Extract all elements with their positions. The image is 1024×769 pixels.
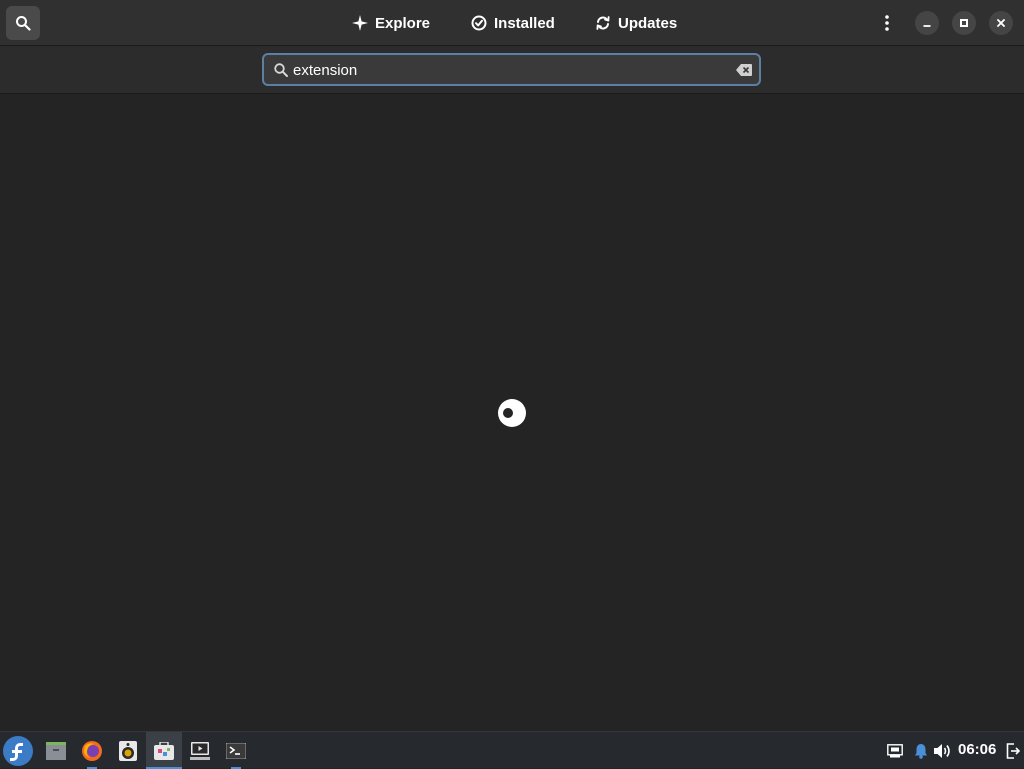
search-entry[interactable]: [262, 53, 761, 86]
minimize-button[interactable]: [915, 11, 939, 35]
bell-icon: [915, 743, 927, 759]
tab-explore[interactable]: Explore: [352, 8, 430, 38]
tab-installed-label: Installed: [494, 14, 555, 32]
taskbar-clock[interactable]: 06:06: [958, 741, 996, 758]
minimize-icon: [923, 25, 931, 27]
close-icon: [997, 19, 1005, 27]
tab-updates-label: Updates: [618, 14, 678, 32]
check-circle-icon: [471, 15, 487, 31]
sparkle-icon: [352, 15, 368, 31]
taskbar-files[interactable]: [38, 732, 74, 769]
maximize-button[interactable]: [952, 11, 976, 35]
search-toggle-button[interactable]: [6, 6, 40, 40]
volume-icon: [934, 743, 950, 758]
backspace-clear-icon: [736, 64, 752, 76]
fedora-menu-button[interactable]: [0, 732, 36, 769]
tab-updates[interactable]: Updates: [595, 8, 677, 38]
main-menu-button[interactable]: [874, 10, 900, 36]
taskbar-terminal[interactable]: [218, 732, 254, 769]
speaker-icon: [119, 740, 137, 761]
software-store-icon: [154, 741, 174, 760]
files-icon: [46, 741, 66, 760]
logout-button[interactable]: [1004, 732, 1022, 769]
search-input[interactable]: [293, 59, 723, 81]
logout-icon: [1006, 742, 1020, 759]
fedora-logo-icon: [3, 735, 33, 766]
view-switcher: Explore Installed Updates: [0, 0, 1024, 46]
notifications-tray-button[interactable]: [912, 732, 930, 769]
taskbar: 06:06: [0, 731, 1024, 769]
header-bar: Explore Installed Updates: [0, 0, 1024, 46]
refresh-icon: [596, 16, 610, 30]
taskbar-rhythmbox[interactable]: [110, 732, 146, 769]
taskbar-videos[interactable]: [182, 732, 218, 769]
gnome-software-window: Explore Installed Updates: [0, 0, 1024, 731]
search-icon: [274, 63, 288, 77]
taskbar-firefox[interactable]: [74, 732, 110, 769]
terminal-icon: [226, 742, 246, 759]
maximize-icon: [960, 19, 968, 27]
taskbar-software[interactable]: [146, 732, 182, 769]
wired-network-icon: [887, 743, 903, 757]
video-player-icon: [190, 741, 210, 760]
tab-installed[interactable]: Installed: [471, 8, 555, 38]
tab-explore-label: Explore: [375, 14, 431, 32]
search-icon: [16, 16, 31, 31]
kebab-menu-icon: [885, 15, 889, 31]
volume-tray-button[interactable]: [932, 732, 952, 769]
search-bar: [0, 46, 1024, 94]
loading-spinner: [498, 399, 526, 427]
close-button[interactable]: [989, 11, 1013, 35]
spinner-dot: [503, 408, 513, 418]
firefox-icon: [82, 740, 102, 761]
network-tray-button[interactable]: [885, 732, 905, 769]
clear-search-button[interactable]: [735, 61, 753, 79]
